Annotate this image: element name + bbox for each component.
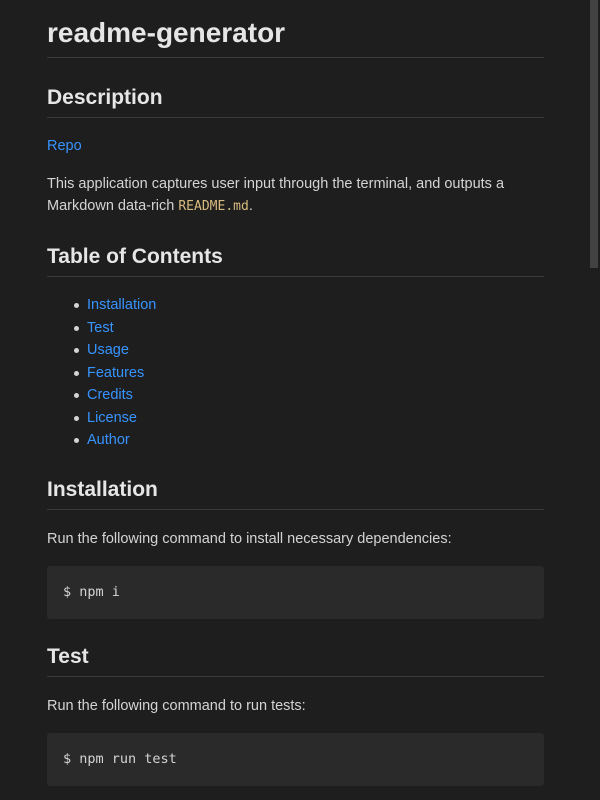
description-text-end: . bbox=[248, 198, 253, 214]
bullet-icon bbox=[74, 325, 79, 331]
toc-item: License bbox=[74, 407, 544, 430]
bullet-icon bbox=[74, 348, 79, 353]
toc-item: Credits bbox=[74, 384, 544, 407]
installation-heading: Installation bbox=[47, 476, 544, 510]
test-heading: Test bbox=[47, 643, 544, 677]
markdown-preview: readme-generator Description Repo This a… bbox=[47, 0, 544, 786]
toc-link-usage[interactable]: Usage bbox=[87, 342, 129, 358]
bullet-icon bbox=[74, 393, 79, 398]
toc-list: Installation Test Usage Features Credits… bbox=[47, 294, 544, 452]
toc-item: Test bbox=[74, 317, 544, 340]
toc-item: Installation bbox=[74, 294, 544, 317]
scrollbar-track[interactable] bbox=[590, 0, 600, 800]
description-text: This application captures user input thr… bbox=[47, 176, 505, 214]
toc-link-features[interactable]: Features bbox=[87, 365, 144, 381]
bullet-icon bbox=[74, 415, 79, 421]
test-code-block: $ npm run test bbox=[47, 732, 544, 786]
readme-inline-code: README.md bbox=[178, 199, 249, 214]
bullet-icon bbox=[74, 438, 79, 443]
toc-link-installation[interactable]: Installation bbox=[87, 297, 156, 313]
toc-link-author[interactable]: Author bbox=[87, 432, 130, 448]
toc-link-test[interactable]: Test bbox=[87, 320, 114, 336]
repo-link[interactable]: Repo bbox=[47, 138, 82, 154]
description-paragraph: This application captures user input thr… bbox=[47, 173, 544, 218]
bullet-icon bbox=[74, 370, 79, 376]
toc-heading: Table of Contents bbox=[47, 243, 544, 277]
toc-item: Usage bbox=[74, 339, 544, 362]
page-title: readme-generator bbox=[47, 16, 544, 58]
toc-link-license[interactable]: License bbox=[87, 410, 137, 426]
installation-code-block: $ npm i bbox=[47, 565, 544, 619]
installation-text: Run the following command to install nec… bbox=[47, 530, 452, 547]
description-heading: Description bbox=[47, 84, 544, 118]
toc-item: Features bbox=[74, 362, 544, 385]
repo-paragraph: Repo bbox=[47, 135, 544, 157]
toc-link-credits[interactable]: Credits bbox=[87, 387, 133, 403]
toc-item: Author bbox=[74, 429, 544, 452]
scrollbar-thumb[interactable] bbox=[590, 0, 598, 268]
test-text: Run the following command to run tests: bbox=[47, 697, 306, 714]
bullet-icon bbox=[74, 303, 79, 308]
